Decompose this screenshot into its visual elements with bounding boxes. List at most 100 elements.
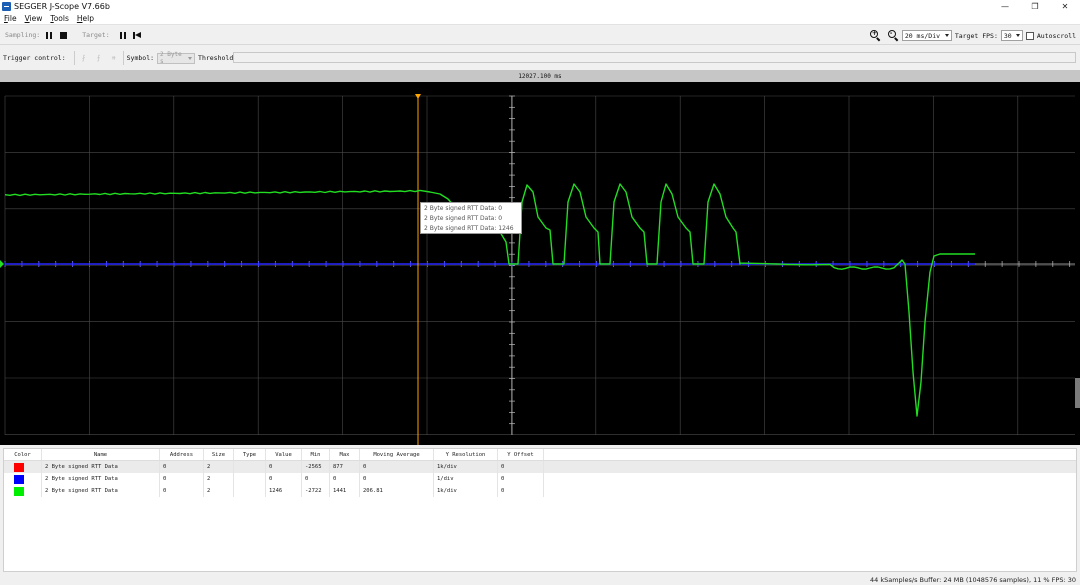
cell-type xyxy=(234,485,266,497)
symbol-label: Symbol: xyxy=(126,54,155,62)
menu-help[interactable]: Help xyxy=(73,14,98,23)
skip-back-icon xyxy=(132,31,141,39)
table-header: Color Name Address Size Type Value Min Max Movin… xyxy=(4,449,1076,461)
cell-address: 0 xyxy=(160,461,204,473)
scope-canvas xyxy=(0,94,1075,445)
trigger-rising-button[interactable]: ⨏ xyxy=(78,52,90,64)
column-header[interactable]: Y Resolution xyxy=(434,449,498,460)
column-header[interactable]: Color xyxy=(4,449,42,460)
stop-icon xyxy=(59,31,67,39)
side-panel-handle[interactable] xyxy=(1075,378,1080,408)
fps-select[interactable]: 30 xyxy=(1000,30,1023,41)
cell-name: 2 Byte signed RTT Data xyxy=(42,485,160,497)
color-swatch[interactable] xyxy=(14,486,24,496)
trigger-toolbar: Trigger control: ⨏ ⨍ ⧺ Symbol: 2 Byte s … xyxy=(0,46,1080,70)
cell-size: 2 xyxy=(204,473,234,485)
tooltip-line-blue: 2 Byte signed RTT Data: 0 xyxy=(424,215,503,222)
column-header[interactable]: Address xyxy=(160,449,204,460)
symbol-select[interactable]: 2 Byte s xyxy=(157,51,196,65)
table-row[interactable]: 2 Byte signed RTT Data 0 2 0 0 0 0 1/div 0 xyxy=(4,473,1076,485)
cell-yres: 1k/div xyxy=(434,485,498,497)
cell-type xyxy=(234,461,266,473)
column-header[interactable]: Name xyxy=(42,449,160,460)
minimize-button[interactable]: — xyxy=(990,0,1020,12)
column-header[interactable]: Type xyxy=(234,449,266,460)
target-reset-button[interactable] xyxy=(132,30,142,40)
column-header[interactable]: Value xyxy=(266,449,302,460)
threshold-label: Threshold: xyxy=(198,54,238,62)
window-title: SEGGER J-Scope V7.66b xyxy=(14,1,110,11)
cell-min: 0 xyxy=(302,473,330,485)
sampling-label: Sampling: xyxy=(5,31,41,39)
cell-avg: 0 xyxy=(360,461,434,473)
column-header[interactable]: Moving Average xyxy=(360,449,434,460)
cell-min: -2722 xyxy=(302,485,330,497)
menu-tools[interactable]: Tools xyxy=(46,14,72,23)
table-row[interactable]: 2 Byte signed RTT Data 0 2 1246 -2722 1441 206… xyxy=(4,485,1076,497)
cell-avg: 0 xyxy=(360,473,434,485)
table-row[interactable]: 2 Byte signed RTT Data 0 2 0 -2565 877 0 1k/div… xyxy=(4,461,1076,473)
color-cell[interactable] xyxy=(4,461,42,473)
cell-address: 0 xyxy=(160,485,204,497)
chevron-down-icon xyxy=(944,34,949,37)
cell-yoff: 0 xyxy=(498,461,544,473)
time-position-strip[interactable]: 12027.100 ms xyxy=(0,70,1080,82)
menu-bar: File View Tools Help xyxy=(0,12,1080,25)
jscope-window: SEGGER J-Scope V7.66b — ❐ ✕ File View To… xyxy=(0,0,1080,585)
sample-tooltip: 2 Byte signed RTT Data: 0 2 Byte signed … xyxy=(420,202,522,234)
chevron-down-icon xyxy=(188,56,193,60)
color-swatch[interactable] xyxy=(14,462,24,472)
cell-value: 1246 xyxy=(266,485,302,497)
cell-type xyxy=(234,473,266,485)
both-edges-icon: ⧺ xyxy=(111,54,116,62)
color-swatch[interactable] xyxy=(14,474,24,484)
target-label: Target: xyxy=(82,31,110,39)
threshold-input[interactable] xyxy=(233,52,1076,63)
zoom-out-icon[interactable]: - xyxy=(887,30,899,42)
tooltip-line-green: 2 Byte signed RTT Data: 1246 xyxy=(424,225,514,232)
zoom-in-icon[interactable]: + xyxy=(869,30,881,42)
autoscroll-checkbox[interactable] xyxy=(1025,31,1034,40)
target-pause-button[interactable] xyxy=(118,30,128,40)
menu-view[interactable]: View xyxy=(21,14,47,23)
cell-yres: 1/div xyxy=(434,473,498,485)
trigger-control-label: Trigger control: xyxy=(3,54,66,62)
falling-edge-icon: ⨍ xyxy=(96,54,101,62)
maximize-button[interactable]: ❐ xyxy=(1020,0,1050,12)
tooltip-line-red: 2 Byte signed RTT Data: 0 xyxy=(424,205,503,212)
column-header[interactable]: Y Offset xyxy=(498,449,544,460)
fps-label: Target FPS: xyxy=(954,31,998,40)
color-cell[interactable] xyxy=(4,485,42,497)
zero-level-marker xyxy=(0,260,4,268)
channel-table: Color Name Address Size Type Value Min Max Movin… xyxy=(3,448,1077,572)
menu-file[interactable]: File xyxy=(0,14,21,23)
status-text: 44 kSamples/s Buffer: 24 MB (1048576 sam… xyxy=(870,575,1076,584)
pause-icon xyxy=(46,31,53,39)
color-cell[interactable] xyxy=(4,473,42,485)
scope-plot-area[interactable]: 2 Byte signed RTT Data: 0 2 Byte signed … xyxy=(0,82,1080,445)
cell-yres: 1k/div xyxy=(434,461,498,473)
sampling-pause-button[interactable] xyxy=(44,30,54,40)
jscope-app-icon xyxy=(2,1,11,11)
trigger-both-button[interactable]: ⧺ xyxy=(108,52,120,64)
sampling-stop-button[interactable] xyxy=(58,30,68,40)
autoscroll-label: Autoscroll xyxy=(1036,31,1076,40)
column-header[interactable]: Max xyxy=(330,449,360,460)
column-header[interactable]: Min xyxy=(302,449,330,460)
time-div-select[interactable]: 20 ms/Div xyxy=(901,30,952,41)
title-bar: SEGGER J-Scope V7.66b — ❐ ✕ xyxy=(0,0,1080,12)
cell-name: 2 Byte signed RTT Data xyxy=(42,473,160,485)
time-position-label: 12027.100 ms xyxy=(518,72,562,80)
cell-max: 1441 xyxy=(330,485,360,497)
cell-name: 2 Byte signed RTT Data xyxy=(42,461,160,473)
column-header[interactable]: Size xyxy=(204,449,234,460)
cell-max: 0 xyxy=(330,473,360,485)
sampling-toolbar: Sampling: Target: + - 20 ms/Div Target F… xyxy=(0,26,1080,45)
chevron-down-icon xyxy=(1015,34,1020,37)
cell-address: 0 xyxy=(160,473,204,485)
cell-value: 0 xyxy=(266,461,302,473)
cell-size: 2 xyxy=(204,485,234,497)
trigger-cursor-marker[interactable] xyxy=(415,94,421,99)
close-button[interactable]: ✕ xyxy=(1050,0,1080,12)
trigger-falling-button[interactable]: ⨍ xyxy=(93,52,105,64)
